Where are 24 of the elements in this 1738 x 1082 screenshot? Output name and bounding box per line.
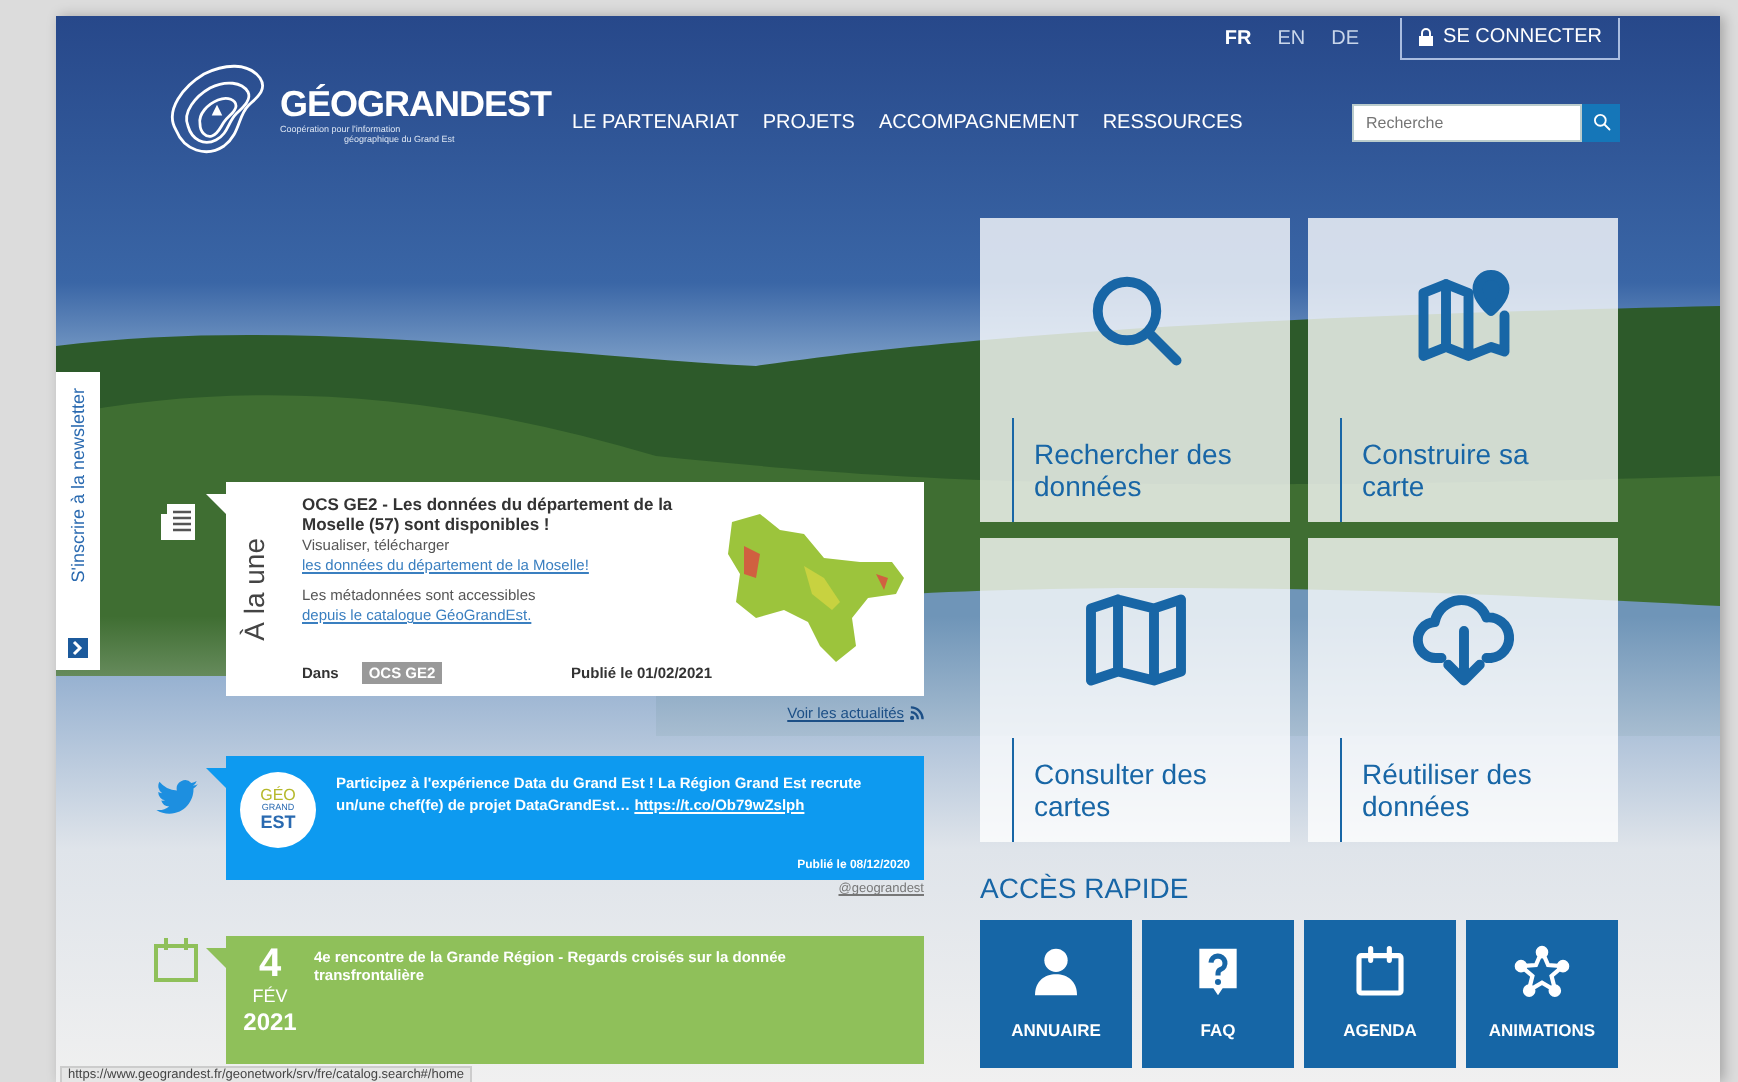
language-link[interactable]: DE [1331,27,1360,49]
section-label: À la une [238,537,272,641]
language-link[interactable]: EN [1277,27,1306,49]
login-button[interactable]: SE CONNECTER [1399,17,1620,59]
section-heading: ACCÈS RAPIDE [980,872,1189,904]
nav-link[interactable]: LE PARTENARIAT [572,111,739,133]
quick-access-button[interactable]: AGENDA [1304,920,1456,1068]
nav-link[interactable]: PROJETS [762,111,855,133]
quick-access-button[interactable]: ANNUAIRE [980,920,1132,1068]
quick-access-button[interactable]: FAQ [1142,920,1294,1068]
feature-tile[interactable]: Consulter des cartes [980,538,1290,842]
event-month: FÉV [252,988,288,1006]
event-day: 4 [258,944,282,984]
event-year: 2021 [243,1010,297,1034]
nav-link[interactable]: RESSOURCES [1102,111,1243,133]
feature-tile[interactable]: Construire sa carte [1308,218,1618,522]
newsletter-tab[interactable]: S'inscrire à la newsletter [56,372,100,670]
feature-tile[interactable]: Rechercher des données [980,218,1290,522]
news-title[interactable]: OCS GE2 - Les données du département de la Moselle (57) sont disponibles ! [302,494,712,534]
feature-tile[interactable]: Réutiliser des données [1308,538,1618,842]
language-link[interactable]: FR [1224,27,1252,49]
logo-wordmark: GÉOGRANDEST [280,84,552,124]
nav-link[interactable]: ACCOMPAGNEMENT [878,111,1079,133]
quick-access-button[interactable]: ANIMATIONS [1466,920,1618,1068]
